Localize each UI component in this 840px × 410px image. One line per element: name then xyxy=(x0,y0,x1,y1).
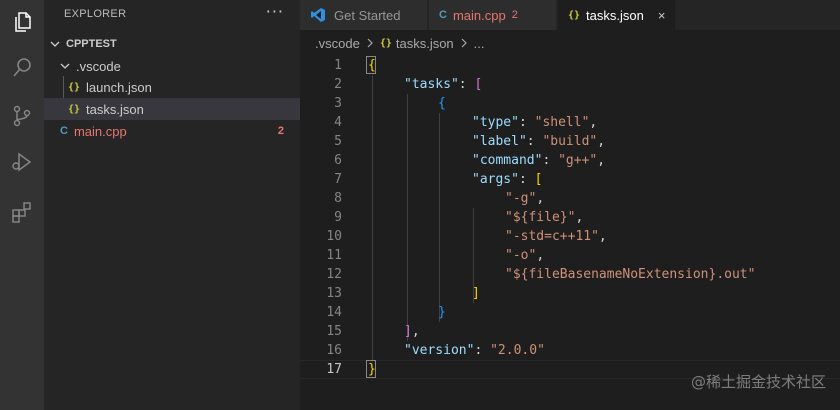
code-line: "-std=c++11", xyxy=(505,229,607,244)
indent-guide xyxy=(407,94,408,341)
code-line: { xyxy=(368,58,376,73)
line-number: 3 xyxy=(334,96,342,111)
code-line: "${fileBasenameNoExtension}.out" xyxy=(505,267,756,282)
tab-tasks-json[interactable]: {} tasks.json × xyxy=(558,0,676,30)
folder-name: .vscode xyxy=(76,58,121,74)
sidebar-title: EXPLORER xyxy=(64,8,127,20)
line-number: 16 xyxy=(326,343,342,358)
cpp-file-icon: C xyxy=(60,125,68,137)
line-number: 2 xyxy=(334,77,342,92)
tab-main-cpp[interactable]: C main.cpp 2 xyxy=(429,0,557,30)
breadcrumb-file[interactable]: tasks.json xyxy=(396,36,454,51)
code-line: "args": [ xyxy=(472,172,543,187)
json-file-icon: {} xyxy=(68,103,81,115)
breadcrumb: .vscode {} tasks.json ... xyxy=(300,30,840,56)
code-line: "version": "2.0.0" xyxy=(404,343,545,358)
indent-guide xyxy=(372,75,373,360)
line-number: 4 xyxy=(334,115,342,130)
breadcrumb-tail[interactable]: ... xyxy=(474,36,485,51)
line-number-current: 17 xyxy=(326,362,342,377)
watermark-text: @稀土掘金技术社区 xyxy=(690,373,826,391)
line-number: 11 xyxy=(326,248,342,263)
tab-label: tasks.json xyxy=(586,7,644,23)
file-name: main.cpp xyxy=(73,123,127,139)
tab-label: Get Started xyxy=(334,7,401,23)
chevron-right-icon xyxy=(366,36,374,51)
line-number: 13 xyxy=(326,286,342,301)
line-number: 10 xyxy=(326,229,342,244)
search-icon[interactable] xyxy=(0,48,44,88)
code-line: } xyxy=(438,305,446,320)
json-file-icon: {} xyxy=(568,9,581,21)
close-icon[interactable]: × xyxy=(658,8,666,23)
file-row-main-cpp[interactable]: C main.cpp 2 xyxy=(44,120,300,142)
vscode-logo-icon xyxy=(310,7,326,23)
project-folder-row[interactable]: CPPTEST xyxy=(44,33,300,55)
run-debug-icon[interactable] xyxy=(0,142,44,182)
code-editor[interactable]: 1 2 3 4 5 6 7 8 9 10 11 12 13 14 15 16 1… xyxy=(300,56,840,410)
code-line: "command": "g++", xyxy=(472,153,606,168)
line-number: 8 xyxy=(334,191,342,206)
source-control-icon[interactable] xyxy=(0,96,44,136)
tab-get-started[interactable]: Get Started xyxy=(300,0,428,30)
problem-count-badge: 2 xyxy=(277,125,284,137)
code-line: ], xyxy=(404,324,420,339)
line-number: 6 xyxy=(334,153,342,168)
more-actions-button[interactable]: ··· xyxy=(266,2,284,21)
explorer-icon[interactable] xyxy=(0,2,44,42)
line-number: 7 xyxy=(334,172,342,187)
code-line: "tasks": [ xyxy=(404,77,483,92)
code-line: } xyxy=(368,362,376,377)
code-line: { xyxy=(438,96,446,111)
code-line: "-g", xyxy=(505,191,545,206)
json-file-icon: {} xyxy=(379,37,392,49)
line-number: 15 xyxy=(326,324,342,339)
breadcrumb-folder[interactable]: .vscode xyxy=(315,36,360,51)
json-file-icon: {} xyxy=(68,81,81,93)
indent-guide xyxy=(439,113,440,322)
extensions-icon[interactable] xyxy=(0,192,44,232)
explorer-sidebar: EXPLORER ··· CPPTEST .vscode {} launch.j… xyxy=(44,0,300,410)
chevron-right-icon xyxy=(460,36,468,51)
code-line: "-o", xyxy=(505,248,545,263)
tab-bar: Get Started C main.cpp 2 {} tasks.json × xyxy=(300,0,840,30)
file-name: launch.json xyxy=(86,79,152,95)
file-row-tasks-json[interactable]: {} tasks.json xyxy=(44,98,300,120)
line-number: 12 xyxy=(326,267,342,282)
code-line: "label": "build", xyxy=(472,134,606,149)
file-name: tasks.json xyxy=(86,101,144,117)
cpp-file-icon: C xyxy=(439,9,447,21)
problem-count-badge: 2 xyxy=(511,9,518,21)
line-number: 1 xyxy=(334,58,342,73)
line-number: 14 xyxy=(326,305,342,320)
code-line: "type": "shell", xyxy=(472,115,598,130)
line-number: 5 xyxy=(334,134,342,149)
file-row-launch-json[interactable]: {} launch.json xyxy=(44,76,300,98)
folder-row-vscode[interactable]: .vscode xyxy=(44,55,300,77)
code-line: ] xyxy=(472,286,480,301)
activity-bar xyxy=(0,0,44,410)
line-number: 9 xyxy=(334,210,342,225)
chevron-down-icon xyxy=(48,37,62,51)
chevron-down-icon xyxy=(58,59,72,73)
project-name: CPPTEST xyxy=(66,38,117,50)
code-line: "${file}", xyxy=(505,210,584,225)
tab-label: main.cpp xyxy=(452,7,506,23)
